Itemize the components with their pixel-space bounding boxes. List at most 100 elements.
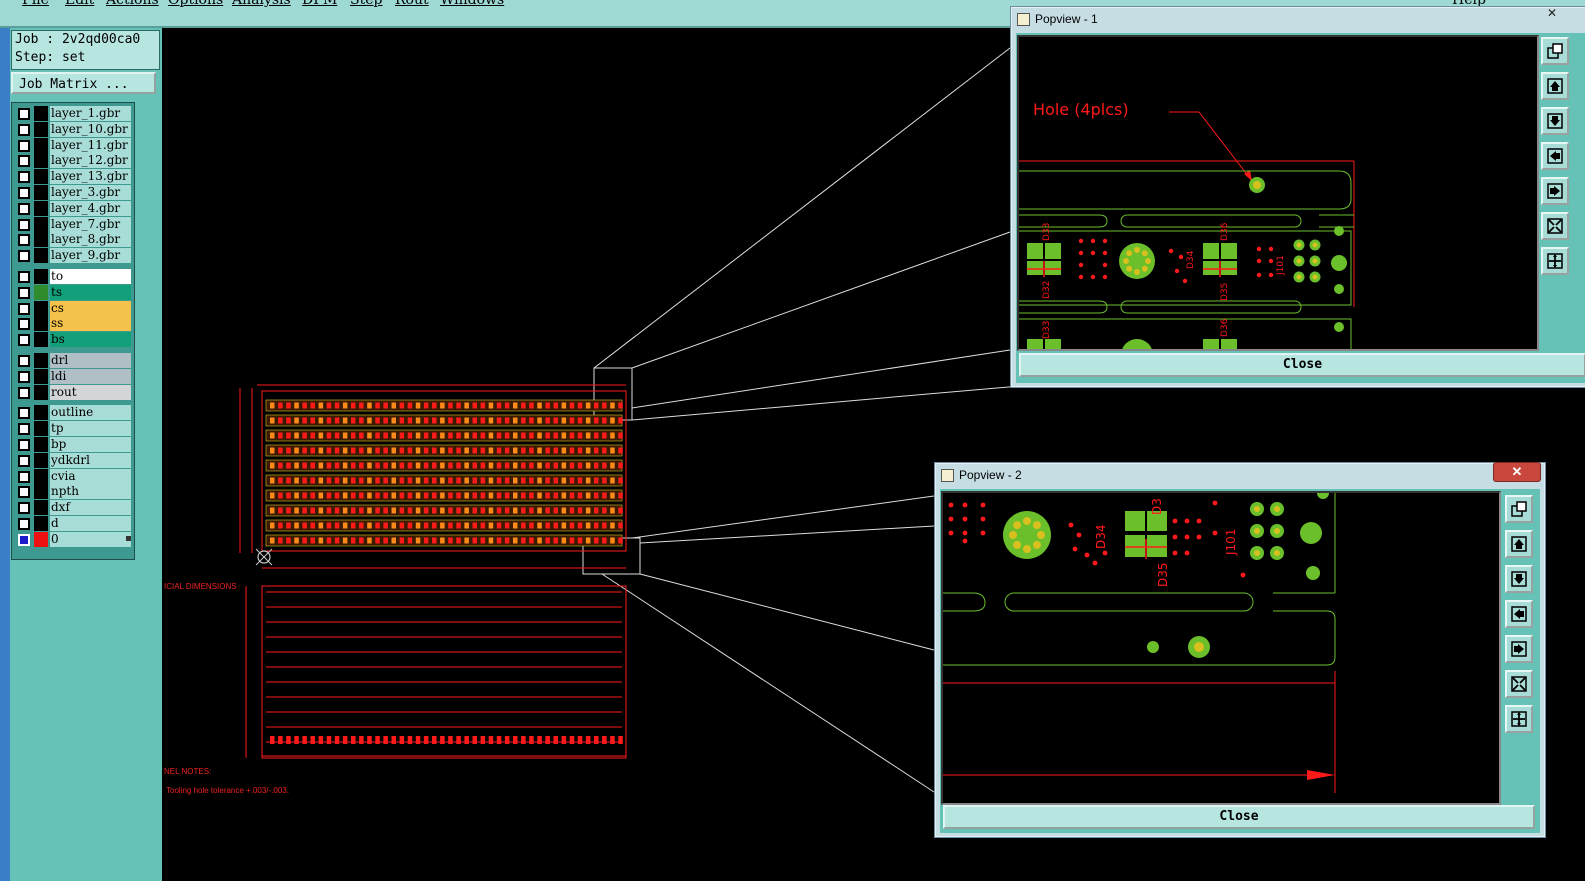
popview-2-close-button[interactable]: Close (943, 805, 1535, 829)
menu-step[interactable]: Step (350, 0, 382, 8)
layer-checkbox[interactable] (18, 518, 30, 530)
layer-name[interactable]: tp (50, 421, 131, 437)
layer-name[interactable]: layer_11.gbr (50, 137, 131, 153)
layer-checkbox[interactable] (18, 423, 30, 436)
menu-dfm[interactable]: DFM (302, 0, 337, 8)
layer-checkbox[interactable] (18, 439, 30, 451)
pan-up-button[interactable] (1541, 72, 1569, 100)
layer-color-swatch[interactable] (34, 316, 48, 332)
layer-name[interactable]: 0 (50, 531, 131, 547)
layer-name[interactable]: layer_4.gbr (50, 200, 131, 216)
layer-checkbox[interactable] (18, 407, 30, 420)
layer-name[interactable]: ss (50, 316, 131, 332)
layer-color-swatch[interactable] (34, 216, 48, 232)
layer-color-swatch[interactable] (34, 121, 48, 137)
layer-checkbox[interactable] (18, 139, 30, 152)
layer-row[interactable]: layer_13.gbr (14, 169, 134, 185)
layer-checkbox[interactable] (18, 171, 30, 184)
layer-color-swatch[interactable] (34, 284, 48, 300)
layer-row[interactable]: layer_12.gbr (14, 153, 134, 169)
layer-name[interactable]: drl (50, 353, 131, 368)
layer-checkbox[interactable] (18, 123, 30, 136)
layer-row[interactable]: layer_8.gbr (14, 232, 134, 248)
layer-name[interactable]: bs (50, 332, 131, 348)
layer-color-swatch[interactable] (34, 421, 48, 437)
layer-row[interactable]: 0 (14, 531, 134, 547)
layer-row[interactable]: npth (14, 484, 134, 500)
layer-color-swatch[interactable] (34, 452, 48, 468)
layer-name[interactable]: layer_1.gbr (50, 106, 131, 121)
layer-name[interactable]: layer_3.gbr (50, 185, 131, 200)
layer-name[interactable]: bp (50, 437, 131, 452)
popview-2-close-x-button[interactable]: ✕ (1493, 462, 1541, 482)
layer-checkbox[interactable] (18, 218, 30, 231)
zoom-fit-button[interactable] (1541, 37, 1569, 65)
menu-options[interactable]: Options (168, 0, 223, 8)
layer-color-swatch[interactable] (34, 269, 48, 284)
layer-name[interactable]: layer_7.gbr (50, 216, 131, 232)
menu-file[interactable]: File (22, 0, 49, 8)
layer-row[interactable]: layer_1.gbr (14, 106, 134, 121)
layer-row[interactable]: tp (14, 421, 134, 437)
menu-analysis[interactable]: Analysis (232, 0, 291, 8)
menu-edit[interactable]: Edit (65, 0, 94, 8)
layer-name[interactable]: layer_8.gbr (50, 232, 131, 248)
layer-checkbox[interactable] (18, 486, 30, 499)
layer-row[interactable]: layer_11.gbr (14, 137, 134, 153)
layer-row[interactable]: ts (14, 284, 134, 300)
layer-row[interactable]: bs (14, 332, 134, 348)
layer-checkbox[interactable] (18, 302, 30, 315)
pan-down-button[interactable] (1505, 565, 1533, 593)
layer-options-icon[interactable] (126, 535, 131, 541)
popview-1-titlebar[interactable]: Popview - 1 (1011, 7, 1585, 31)
layer-name[interactable]: cs (50, 300, 131, 316)
layer-color-swatch[interactable] (34, 500, 48, 516)
pan-up-button[interactable] (1505, 530, 1533, 558)
menu-windows[interactable]: Windows (440, 0, 504, 8)
layer-checkbox[interactable] (18, 108, 30, 120)
layer-checkbox[interactable] (18, 271, 30, 283)
popview-2-titlebar[interactable]: Popview - 2 (935, 463, 1545, 487)
layer-color-swatch[interactable] (34, 516, 48, 531)
layer-color-swatch[interactable] (34, 468, 48, 484)
layer-color-swatch[interactable] (34, 384, 48, 400)
layer-row[interactable]: ydkdrl (14, 452, 134, 468)
layer-row[interactable]: outline (14, 405, 134, 421)
layer-color-swatch[interactable] (34, 200, 48, 216)
pan-left-button[interactable] (1541, 142, 1569, 170)
layer-color-swatch[interactable] (34, 137, 48, 153)
layer-checkbox[interactable] (18, 470, 30, 483)
layer-row[interactable]: cvia (14, 468, 134, 484)
layer-color-swatch[interactable] (34, 437, 48, 452)
layer-checkbox[interactable] (18, 155, 30, 168)
layer-color-swatch[interactable] (34, 353, 48, 368)
layer-color-swatch[interactable] (34, 232, 48, 248)
layer-color-swatch[interactable] (34, 106, 48, 121)
job-matrix-button[interactable]: Job Matrix ... (11, 72, 156, 94)
popview-1-close-x-button[interactable]: ✕ (1532, 6, 1572, 22)
layer-name[interactable]: d (50, 516, 131, 531)
zoom-out-button[interactable] (1541, 212, 1569, 240)
layer-name[interactable]: ldi (50, 368, 131, 384)
layer-name[interactable]: cvia (50, 468, 131, 484)
layer-checkbox[interactable] (18, 187, 30, 199)
pan-left-button[interactable] (1505, 600, 1533, 628)
popview-1-canvas[interactable]: Hole (4plcs) D33 D36 D34 J101 D32 D35 D33 D36 (1017, 35, 1539, 351)
popview-2-canvas[interactable]: D3 D34 D35 J101 (941, 491, 1501, 805)
layer-row[interactable]: layer_3.gbr (14, 185, 134, 200)
layer-color-swatch[interactable] (34, 531, 48, 547)
layer-row[interactable]: cs (14, 300, 134, 316)
layer-row[interactable]: ldi (14, 368, 134, 384)
layer-checkbox[interactable] (18, 286, 30, 299)
layer-row[interactable]: d (14, 516, 134, 531)
pan-right-button[interactable] (1541, 177, 1569, 205)
layer-checkbox[interactable] (18, 370, 30, 383)
layer-name[interactable]: layer_13.gbr (50, 169, 131, 185)
layer-color-swatch[interactable] (34, 169, 48, 185)
layer-row[interactable]: layer_9.gbr (14, 248, 134, 264)
menu-rout[interactable]: Rout (395, 0, 429, 8)
popview-1-close-button[interactable]: Close (1019, 353, 1585, 377)
layer-row[interactable]: to (14, 269, 134, 284)
layer-name[interactable]: layer_12.gbr (50, 153, 131, 169)
layer-checkbox[interactable] (18, 454, 30, 467)
